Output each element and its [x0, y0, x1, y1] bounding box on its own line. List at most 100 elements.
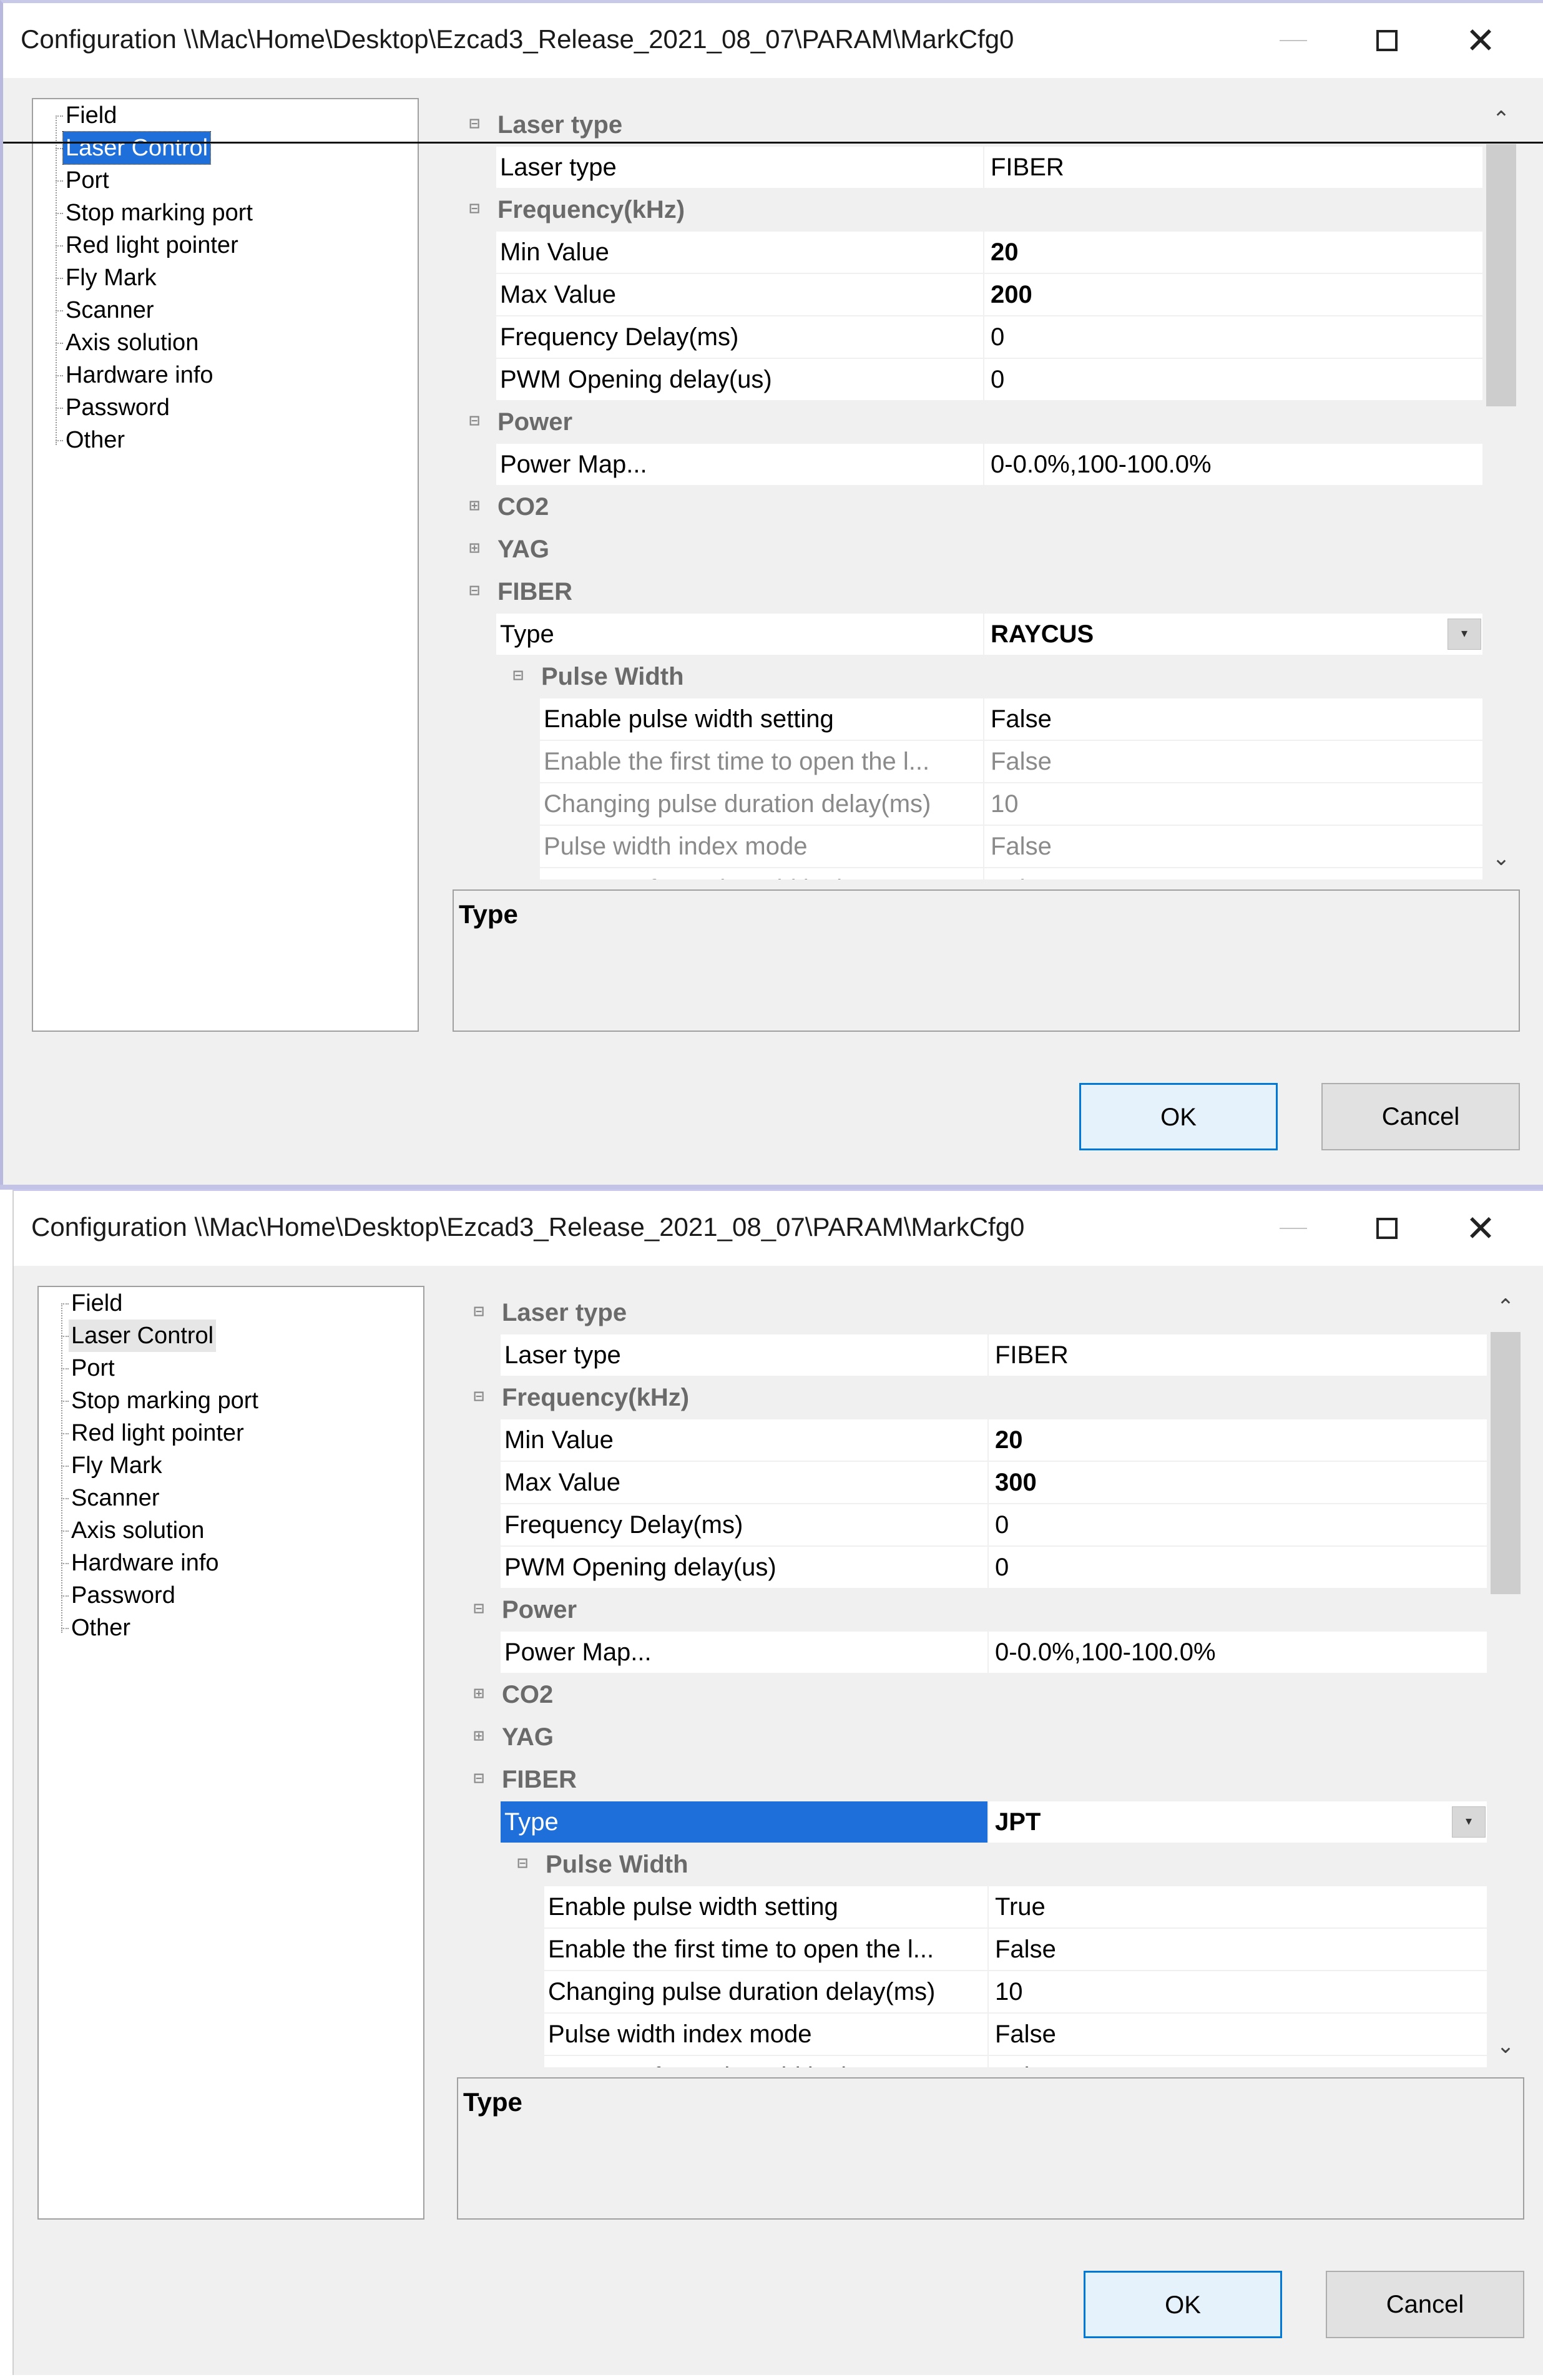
category-pulse-width[interactable]: ⊟ Pulse Width [453, 656, 1482, 697]
expanded-icon[interactable]: ⊟ [472, 1771, 486, 1785]
minimize-icon [1280, 1228, 1307, 1229]
category-yag[interactable]: ⊞ YAG [453, 529, 1482, 570]
cancel-button[interactable]: Cancel [1321, 1083, 1520, 1150]
expanded-icon[interactable]: ⊟ [472, 1305, 486, 1318]
tree-item-hardware-info[interactable]: Hardware info [69, 1547, 222, 1579]
collapsed-icon[interactable]: ⊞ [472, 1729, 486, 1743]
tree-item-fly-mark[interactable]: Fly Mark [63, 262, 159, 294]
tree-item-red-light-pointer[interactable]: Red light pointer [69, 1417, 247, 1449]
title-bar[interactable]: Configuration \\Mac\Home\Desktop\Ezcad3_… [3, 3, 1543, 78]
tree-item-field[interactable]: Field [69, 1287, 125, 1320]
prop-frequency-delay[interactable]: Frequency Delay(ms) 0 [457, 1504, 1487, 1547]
tree-item-laser-control[interactable]: Laser Control [69, 1320, 217, 1352]
category-frequency[interactable]: ⊟ Frequency(kHz) [453, 189, 1482, 230]
tree-item-laser-control[interactable]: Laser Control [62, 131, 212, 165]
tree-item-axis-solution[interactable]: Axis solution [69, 1514, 207, 1547]
type-dropdown-button[interactable]: ▾ [1447, 619, 1481, 650]
minimize-button[interactable] [1256, 1203, 1331, 1253]
expanded-icon[interactable]: ⊟ [472, 1389, 486, 1403]
collapsed-icon[interactable]: ⊞ [468, 499, 481, 512]
category-laser-type[interactable]: ⊟ Laser type [453, 104, 1482, 145]
prop-pwm-opening-delay[interactable]: PWM Opening delay(us) 0 [457, 1547, 1487, 1589]
expanded-icon[interactable]: ⊟ [468, 117, 481, 130]
category-fiber[interactable]: ⊟ FIBER [457, 1759, 1487, 1800]
scroll-thumb[interactable] [1486, 144, 1516, 406]
prop-max-value[interactable]: Max Value 200 [453, 274, 1482, 316]
prop-pwm-opening-delay[interactable]: PWM Opening delay(us) 0 [453, 359, 1482, 401]
prop-enable-pulse-width[interactable]: Enable pulse width setting False [453, 698, 1482, 741]
tree-item-scanner[interactable]: Scanner [63, 294, 157, 326]
prop-set-mo[interactable]: Set MO after pulse width change False [453, 868, 1482, 879]
category-co2[interactable]: ⊞ CO2 [457, 1674, 1487, 1715]
scroll-up-icon[interactable]: ⌃ [1489, 107, 1514, 132]
cancel-button[interactable]: Cancel [1326, 2271, 1524, 2338]
prop-enable-first-time[interactable]: Enable the first time to open the l... F… [457, 1929, 1487, 1971]
expanded-icon[interactable]: ⊟ [511, 668, 525, 682]
tree-item-password[interactable]: Password [69, 1579, 178, 1612]
tree-item-fly-mark[interactable]: Fly Mark [69, 1449, 165, 1482]
property-grid[interactable]: ⊟ Laser type Laser type FIBER ⊟ Frequenc… [453, 98, 1520, 879]
property-grid[interactable]: ⊟ Laser type Laser type FIBER ⊟ Frequenc… [457, 1286, 1524, 2067]
close-button[interactable]: ✕ [1443, 1203, 1518, 1253]
scroll-down-icon[interactable]: ⌄ [1489, 846, 1514, 871]
category-laser-type[interactable]: ⊟ Laser type [457, 1292, 1487, 1333]
category-yag[interactable]: ⊞ YAG [457, 1716, 1487, 1758]
tree-item-field[interactable]: Field [63, 99, 119, 132]
category-pulse-width[interactable]: ⊟ Pulse Width [457, 1844, 1487, 1885]
maximize-button[interactable] [1350, 16, 1424, 66]
prop-set-mo[interactable]: Set MO after pulse width change False [457, 2056, 1487, 2067]
expanded-icon[interactable]: ⊟ [468, 414, 481, 428]
ok-button[interactable]: OK [1079, 1083, 1278, 1150]
scroll-down-icon[interactable]: ⌄ [1493, 2034, 1518, 2059]
prop-changing-pulse-delay[interactable]: Changing pulse duration delay(ms) 10 [457, 1971, 1487, 2014]
prop-frequency-delay[interactable]: Frequency Delay(ms) 0 [453, 316, 1482, 359]
prop-min-value[interactable]: Min Value 20 [457, 1419, 1487, 1462]
category-co2[interactable]: ⊞ CO2 [453, 486, 1482, 527]
tree-item-stop-marking-port[interactable]: Stop marking port [63, 197, 255, 229]
tree-item-port[interactable]: Port [63, 164, 112, 197]
tree-item-hardware-info[interactable]: Hardware info [63, 359, 216, 391]
tree-item-stop-marking-port[interactable]: Stop marking port [69, 1384, 261, 1417]
category-power[interactable]: ⊟ Power [453, 401, 1482, 443]
prop-power-map[interactable]: Power Map... 0-0.0%,100-100.0% [457, 1632, 1487, 1674]
description-title: Type [459, 899, 518, 929]
type-dropdown-button[interactable]: ▾ [1452, 1806, 1486, 1838]
prop-min-value[interactable]: Min Value 20 [453, 232, 1482, 274]
collapsed-icon[interactable]: ⊞ [472, 1687, 486, 1700]
title-bar[interactable]: Configuration \\Mac\Home\Desktop\Ezcad3_… [14, 1191, 1543, 1266]
prop-max-value[interactable]: Max Value 300 [457, 1462, 1487, 1504]
category-fiber[interactable]: ⊟ FIBER [453, 571, 1482, 612]
tree-item-red-light-pointer[interactable]: Red light pointer [63, 229, 241, 262]
prop-pulse-width-index-mode[interactable]: Pulse width index mode False [453, 826, 1482, 868]
tree-item-axis-solution[interactable]: Axis solution [63, 326, 201, 359]
tree-item-password[interactable]: Password [63, 391, 172, 424]
prop-fiber-type[interactable]: Type JPT ▾ [457, 1801, 1487, 1844]
tree-item-scanner[interactable]: Scanner [69, 1482, 162, 1514]
collapsed-icon[interactable]: ⊞ [468, 541, 481, 555]
expanded-icon[interactable]: ⊟ [516, 1856, 529, 1870]
expanded-icon[interactable]: ⊟ [468, 202, 481, 215]
expanded-icon[interactable]: ⊟ [472, 1602, 486, 1615]
prop-enable-pulse-width[interactable]: Enable pulse width setting True [457, 1886, 1487, 1929]
tree-item-other[interactable]: Other [69, 1612, 133, 1644]
close-button[interactable]: ✕ [1443, 16, 1518, 66]
minimize-button[interactable] [1256, 16, 1331, 66]
prop-fiber-type[interactable]: Type RAYCUS ▾ [453, 614, 1482, 656]
prop-laser-type[interactable]: Laser type FIBER [457, 1334, 1487, 1377]
prop-changing-pulse-delay[interactable]: Changing pulse duration delay(ms) 10 [453, 783, 1482, 826]
tree-item-port[interactable]: Port [69, 1352, 117, 1384]
expanded-icon[interactable]: ⊟ [468, 584, 481, 597]
property-scrollbar[interactable]: ⌃ ⌄ [1482, 98, 1520, 879]
prop-pulse-width-index-mode[interactable]: Pulse width index mode False [457, 2014, 1487, 2056]
scroll-up-icon[interactable]: ⌃ [1493, 1295, 1518, 1320]
category-power[interactable]: ⊟ Power [457, 1589, 1487, 1630]
prop-laser-type[interactable]: Laser type FIBER [453, 147, 1482, 189]
scroll-thumb[interactable] [1491, 1332, 1521, 1594]
maximize-button[interactable] [1350, 1203, 1424, 1253]
category-frequency[interactable]: ⊟ Frequency(kHz) [457, 1377, 1487, 1418]
property-scrollbar[interactable]: ⌃ ⌄ [1487, 1286, 1524, 2067]
prop-power-map[interactable]: Power Map... 0-0.0%,100-100.0% [453, 444, 1482, 486]
prop-enable-first-time[interactable]: Enable the first time to open the l... F… [453, 741, 1482, 783]
tree-item-other[interactable]: Other [63, 424, 127, 456]
ok-button[interactable]: OK [1084, 2271, 1282, 2338]
